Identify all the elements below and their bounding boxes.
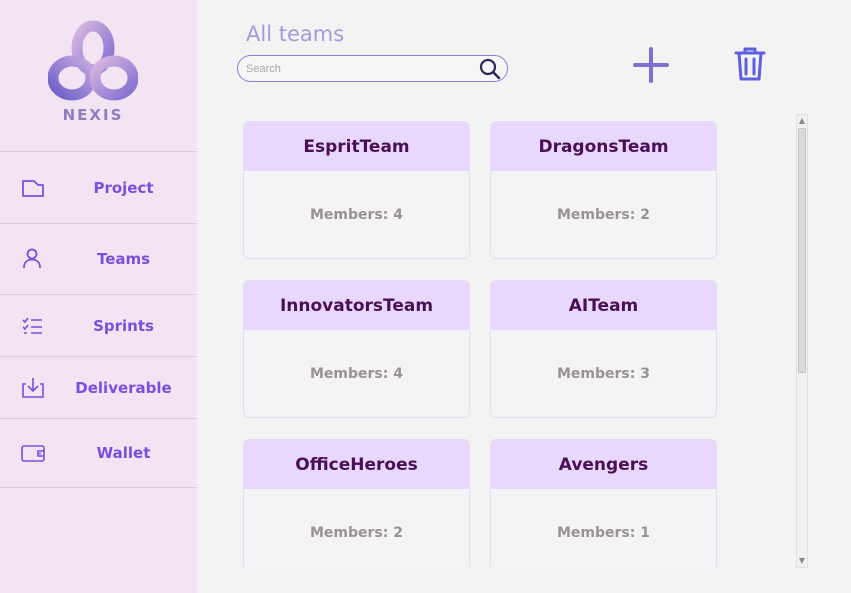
sidebar-item-wallet[interactable]: Wallet	[0, 419, 197, 488]
search-bar	[237, 55, 508, 82]
sidebar-item-deliverable[interactable]: Deliverable	[0, 357, 197, 419]
add-team-button[interactable]	[632, 46, 670, 84]
sidebar-nav: Project Teams Sprints Deliverable Wallet	[0, 151, 197, 488]
team-card[interactable]: DragonsTeam Members: 2	[490, 121, 717, 259]
team-card[interactable]: OfficeHeroes Members: 2	[243, 439, 470, 567]
scroll-up-arrow-icon[interactable]: ▲	[797, 115, 807, 127]
folder-icon	[20, 175, 46, 201]
search-input[interactable]	[246, 60, 471, 78]
trash-icon	[734, 47, 766, 81]
user-icon	[20, 246, 46, 272]
sidebar: NEXIS Project Teams Sprints Deliverable	[0, 0, 197, 593]
team-name: EspritTeam	[244, 122, 469, 171]
sidebar-item-label: Wallet	[96, 444, 151, 462]
sidebar-item-label: Teams	[96, 250, 151, 268]
checklist-icon	[20, 313, 46, 339]
team-members: Members: 2	[557, 207, 650, 223]
team-card[interactable]: AITeam Members: 3	[490, 280, 717, 418]
team-name: DragonsTeam	[491, 122, 716, 171]
sidebar-item-label: Deliverable	[75, 378, 172, 397]
teams-grid: EspritTeam Members: 4 DragonsTeam Member…	[243, 121, 723, 567]
nexis-logo: NEXIS	[48, 20, 138, 128]
vertical-scrollbar[interactable]: ▲ ▼	[796, 114, 808, 568]
sidebar-item-teams[interactable]: Teams	[0, 224, 197, 295]
sidebar-item-label: Project	[93, 178, 154, 197]
team-card[interactable]: Avengers Members: 1	[490, 439, 717, 567]
search-icon[interactable]	[478, 57, 502, 81]
delete-team-button[interactable]	[733, 45, 767, 83]
team-members: Members: 2	[310, 525, 403, 541]
team-members: Members: 4	[310, 366, 403, 382]
team-name: InnovatorsTeam	[244, 281, 469, 330]
team-card[interactable]: EspritTeam Members: 4	[243, 121, 470, 259]
sidebar-item-sprints[interactable]: Sprints	[0, 295, 197, 357]
team-name: Avengers	[491, 440, 716, 489]
team-members: Members: 1	[557, 525, 650, 541]
team-name: OfficeHeroes	[244, 440, 469, 489]
wallet-icon	[20, 440, 46, 466]
download-icon	[20, 375, 46, 401]
scroll-down-arrow-icon[interactable]: ▼	[797, 555, 807, 567]
scroll-thumb[interactable]	[798, 128, 806, 373]
team-members: Members: 3	[557, 366, 650, 382]
team-card[interactable]: InnovatorsTeam Members: 4	[243, 280, 470, 418]
sidebar-item-project[interactable]: Project	[0, 152, 197, 224]
plus-icon	[633, 47, 669, 83]
page-title: All teams	[246, 22, 345, 46]
sidebar-item-label: Sprints	[93, 316, 154, 335]
trefoil-logo-icon	[48, 20, 138, 101]
brand-name: NEXIS	[62, 106, 124, 124]
team-name: AITeam	[491, 281, 716, 330]
team-members: Members: 4	[310, 207, 403, 223]
